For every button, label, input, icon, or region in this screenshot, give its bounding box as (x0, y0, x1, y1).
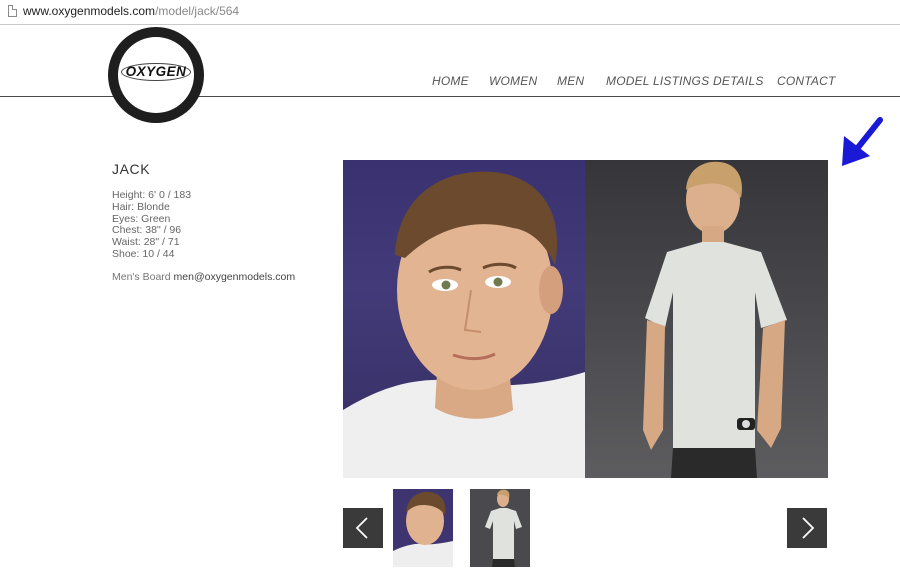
headshot-photo-icon (393, 491, 453, 567)
model-stats: Height: 6' 0 / 183 Hair: Blonde Eyes: Gr… (112, 189, 191, 261)
stat-hair: Hair: Blonde (112, 200, 170, 213)
logo-text: OXYGEN (125, 64, 187, 79)
url-text[interactable]: www.oxygenmodels.com/model/jack/564 (23, 4, 239, 18)
nav-home[interactable]: HOME (432, 74, 469, 88)
stat-shoe: Shoe: 10 / 44 (112, 247, 175, 260)
chevron-left-icon (355, 517, 368, 539)
nav-details[interactable]: DETAILS (713, 74, 764, 88)
thumbnail-full-body[interactable] (470, 489, 530, 567)
url-path: /model/jack/564 (155, 4, 240, 18)
board-label: Men's Board (112, 271, 171, 283)
prev-button[interactable] (343, 508, 383, 548)
next-button[interactable] (787, 508, 827, 548)
full-body-illustration (643, 161, 787, 478)
model-name: JACK (112, 161, 151, 177)
browser-url-bar[interactable]: www.oxygenmodels.com/model/jack/564 (0, 0, 900, 25)
nav-model-listings[interactable]: MODEL LISTINGS (606, 74, 709, 88)
thumbnail-headshot[interactable] (393, 489, 453, 567)
nav-women[interactable]: WOMEN (489, 74, 537, 88)
board-contact: Men's Board men@oxygenmodels.com (112, 271, 295, 283)
oxygen-logo[interactable]: OXYGEN (108, 27, 204, 123)
nav-contact[interactable]: CONTACT (777, 74, 836, 88)
headshot-photo-panel (343, 160, 585, 478)
chevron-right-icon (802, 517, 815, 539)
nav-men[interactable]: MEN (557, 74, 584, 88)
full-body-photo-icon (485, 489, 522, 567)
annotation-arrow-icon (842, 117, 883, 166)
page-icon (8, 5, 17, 17)
headshot-illustration (343, 171, 585, 478)
board-email-link[interactable]: men@oxygenmodels.com (174, 271, 296, 283)
full-body-photo-panel (585, 160, 828, 478)
main-photo[interactable] (343, 160, 828, 478)
url-domain: www.oxygenmodels.com (23, 4, 156, 18)
